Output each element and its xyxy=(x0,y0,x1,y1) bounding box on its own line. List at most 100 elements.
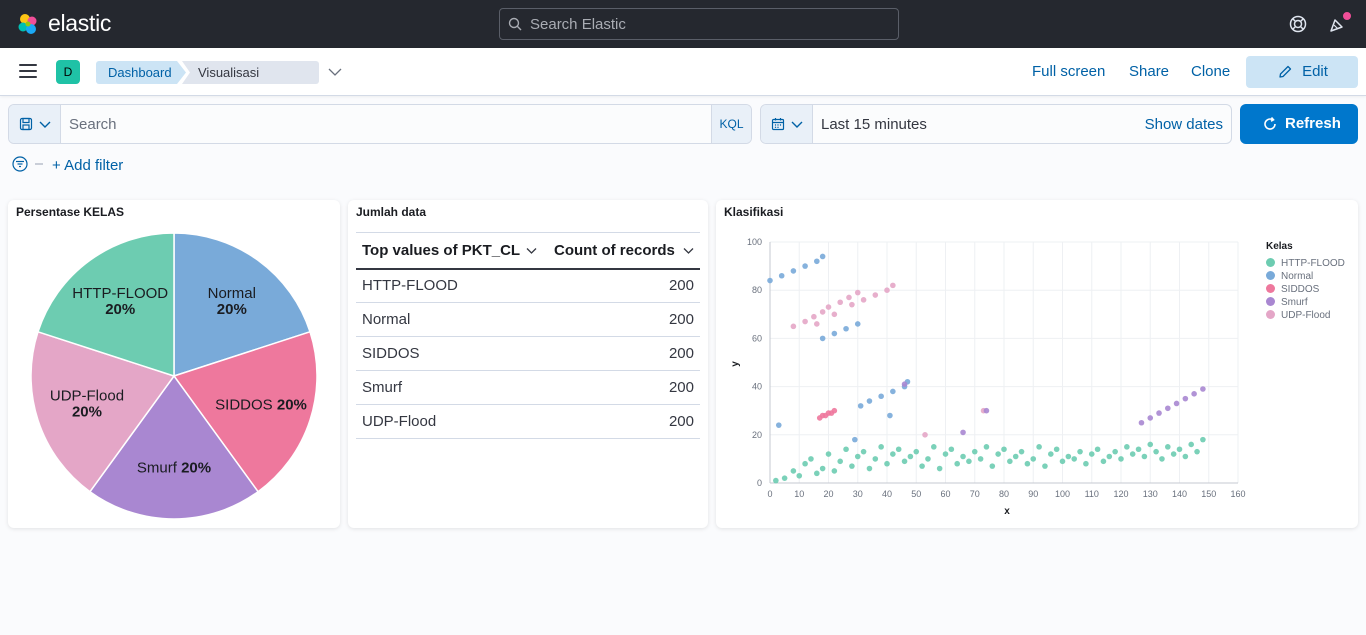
scatter-point[interactable] xyxy=(971,448,978,455)
full-screen-link[interactable]: Full screen xyxy=(1032,63,1105,80)
scatter-point[interactable] xyxy=(802,460,808,467)
scatter-point[interactable] xyxy=(960,429,966,436)
clone-link[interactable]: Clone xyxy=(1191,63,1230,80)
scatter-point[interactable] xyxy=(878,444,884,450)
scatter-point[interactable] xyxy=(831,407,838,414)
scatter-point[interactable] xyxy=(1088,451,1095,457)
scatter-point[interactable] xyxy=(854,321,861,327)
table-cell[interactable]: HTTP-FLOOD xyxy=(356,268,543,303)
scatter-point[interactable] xyxy=(781,475,788,481)
legend-item[interactable]: HTTP-FLOOD xyxy=(1266,258,1345,269)
scatter-point[interactable] xyxy=(1007,458,1013,465)
scatter-point[interactable] xyxy=(1118,456,1124,462)
scatter-point[interactable] xyxy=(854,453,861,460)
scatter-point[interactable] xyxy=(901,458,908,465)
column-header[interactable]: Top values of PKT_CL xyxy=(356,232,543,270)
quick-menu-button[interactable] xyxy=(761,105,813,143)
table-cell[interactable]: 200 xyxy=(542,302,700,337)
scatter-point[interactable] xyxy=(1083,460,1089,467)
scatter-point[interactable] xyxy=(936,465,943,472)
scatter-point[interactable] xyxy=(1170,451,1177,457)
scatter-point[interactable] xyxy=(1112,448,1118,455)
scatter-point[interactable] xyxy=(907,453,914,460)
legend-item[interactable]: UDP-Flood xyxy=(1266,310,1330,321)
scatter-point[interactable] xyxy=(995,451,1001,457)
scatter-point[interactable] xyxy=(1001,446,1007,453)
scatter-point[interactable] xyxy=(1106,453,1113,460)
scatter-point[interactable] xyxy=(1165,444,1171,450)
scatter-point[interactable] xyxy=(872,292,879,298)
scatter-point[interactable] xyxy=(1135,446,1142,453)
scatter-point[interactable] xyxy=(811,313,817,320)
scatter-point[interactable] xyxy=(1182,453,1189,460)
show-dates-link[interactable]: Show dates xyxy=(1145,116,1223,133)
scatter-point[interactable] xyxy=(878,393,884,400)
legend-item[interactable]: Smurf xyxy=(1266,297,1308,308)
scatter-point[interactable] xyxy=(1200,386,1206,392)
table-cell[interactable]: 200 xyxy=(542,370,700,405)
scatter-point[interactable] xyxy=(831,311,838,318)
scatter-point[interactable] xyxy=(819,309,826,315)
time-range-value[interactable]: Last 15 minutes xyxy=(821,116,927,133)
scatter-point[interactable] xyxy=(819,253,826,260)
help-icon[interactable] xyxy=(1286,12,1310,36)
scatter-point[interactable] xyxy=(977,456,984,462)
scatter-point[interactable] xyxy=(913,448,920,455)
scatter-point[interactable] xyxy=(1065,453,1072,460)
scatter-point[interactable] xyxy=(890,388,896,395)
scatter-point[interactable] xyxy=(1182,395,1189,402)
scatter-point[interactable] xyxy=(1194,448,1200,455)
scatter-point[interactable] xyxy=(1100,458,1107,465)
scatter-point[interactable] xyxy=(849,301,855,308)
share-link[interactable]: Share xyxy=(1129,63,1169,80)
filter-options-icon[interactable] xyxy=(12,156,46,176)
global-search[interactable] xyxy=(499,8,899,40)
scatter-point[interactable] xyxy=(1071,456,1077,462)
space-avatar[interactable]: D xyxy=(56,60,80,84)
scatter-point[interactable] xyxy=(890,451,896,457)
scatter-point[interactable] xyxy=(860,297,867,303)
scatter-point[interactable] xyxy=(1176,446,1183,453)
scatter-point[interactable] xyxy=(884,287,890,293)
scatter-point[interactable] xyxy=(775,422,782,428)
scatter-point[interactable] xyxy=(814,258,820,265)
scatter-point[interactable] xyxy=(802,318,808,325)
saved-query-menu[interactable] xyxy=(9,105,61,143)
scatter-point[interactable] xyxy=(808,456,814,462)
scatter-point[interactable] xyxy=(767,277,773,284)
scatter-point[interactable] xyxy=(843,446,849,453)
table-cell[interactable]: Normal xyxy=(356,302,543,337)
scatter-point[interactable] xyxy=(954,460,960,467)
scatter-point[interactable] xyxy=(1173,400,1180,407)
scatter-point[interactable] xyxy=(796,472,803,479)
scatter-point[interactable] xyxy=(989,463,996,469)
scatter-point[interactable] xyxy=(890,282,896,289)
scatter-point[interactable] xyxy=(895,446,902,453)
query-language-button[interactable]: KQL xyxy=(711,105,751,143)
edit-button[interactable]: Edit xyxy=(1246,56,1358,88)
scatter-point[interactable] xyxy=(1077,448,1083,455)
scatter-point[interactable] xyxy=(790,268,797,274)
refresh-button[interactable]: Refresh xyxy=(1240,104,1358,144)
scatter-point[interactable] xyxy=(1129,451,1136,457)
legend-item[interactable]: SIDDOS xyxy=(1266,284,1319,295)
scatter-point[interactable] xyxy=(854,289,861,296)
scatter-point[interactable] xyxy=(887,412,893,419)
scatter-point[interactable] xyxy=(1165,405,1171,412)
scatter-point[interactable] xyxy=(884,460,890,467)
scatter-point[interactable] xyxy=(819,465,826,472)
scatter-point[interactable] xyxy=(843,325,849,332)
scatter-point[interactable] xyxy=(819,335,826,342)
scatter-point[interactable] xyxy=(837,458,843,465)
scatter-point[interactable] xyxy=(849,463,855,469)
brand-name[interactable]: elastic xyxy=(48,10,111,37)
scatter-point[interactable] xyxy=(866,465,873,472)
scatter-point[interactable] xyxy=(790,468,797,474)
scatter-point[interactable] xyxy=(1018,448,1025,455)
scatter-point[interactable] xyxy=(814,470,820,477)
table-cell[interactable]: 200 xyxy=(542,336,700,371)
scatter-point[interactable] xyxy=(778,272,785,279)
scatter-point[interactable] xyxy=(1048,451,1054,457)
chevron-down-icon[interactable] xyxy=(327,64,343,80)
scatter-point[interactable] xyxy=(1159,456,1165,462)
